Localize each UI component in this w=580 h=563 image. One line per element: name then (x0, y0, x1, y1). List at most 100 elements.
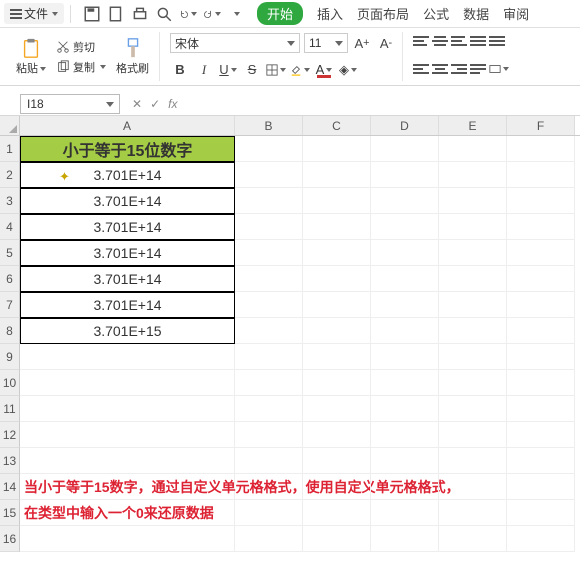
cell-D16[interactable] (371, 526, 439, 552)
cell-D9[interactable] (371, 344, 439, 370)
merge-button[interactable] (489, 59, 509, 79)
cell-D6[interactable] (371, 266, 439, 292)
enter-icon[interactable]: ✓ (150, 97, 160, 111)
cancel-icon[interactable]: ✕ (132, 97, 142, 111)
select-all-corner[interactable] (0, 116, 20, 135)
cell-A12[interactable] (20, 422, 235, 448)
cell-E6[interactable] (439, 266, 507, 292)
cell-C16[interactable] (303, 526, 371, 552)
cell-A14[interactable]: 当小于等于15数字，通过自定义单元格格式，使用自定义单元格格式， (20, 474, 235, 500)
cell-D10[interactable] (371, 370, 439, 396)
cut-button[interactable]: 剪切 (56, 39, 106, 55)
cell-C13[interactable] (303, 448, 371, 474)
cell-F12[interactable] (507, 422, 575, 448)
cell-C8[interactable] (303, 318, 371, 344)
font-size-select[interactable]: 11 (304, 33, 348, 53)
cell-F3[interactable] (507, 188, 575, 214)
cell-D8[interactable] (371, 318, 439, 344)
cell-A10[interactable] (20, 370, 235, 396)
cell-A13[interactable] (20, 448, 235, 474)
cell-C1[interactable] (303, 136, 371, 162)
cell-D7[interactable] (371, 292, 439, 318)
cell-F8[interactable] (507, 318, 575, 344)
row-header-10[interactable]: 10 (0, 370, 20, 396)
cell-D1[interactable] (371, 136, 439, 162)
underline-button[interactable]: U (218, 60, 238, 80)
cell-C10[interactable] (303, 370, 371, 396)
row-header-3[interactable]: 3 (0, 188, 20, 214)
cell-E9[interactable] (439, 344, 507, 370)
cell-A6[interactable]: 3.701E+14 (20, 266, 235, 292)
qat-dropdown-icon[interactable] (227, 5, 245, 23)
row-header-1[interactable]: 1 (0, 136, 20, 162)
cell-B14[interactable] (235, 474, 303, 500)
cell-C7[interactable] (303, 292, 371, 318)
col-header-A[interactable]: A (20, 116, 235, 135)
cell-E2[interactable] (439, 162, 507, 188)
cell-E4[interactable] (439, 214, 507, 240)
row-header-13[interactable]: 13 (0, 448, 20, 474)
cell-F10[interactable] (507, 370, 575, 396)
col-header-D[interactable]: D (371, 116, 439, 135)
cell-A2[interactable]: 3.701E+14✦ (20, 162, 235, 188)
align-top-icon[interactable] (413, 34, 429, 48)
undo-icon[interactable] (179, 5, 197, 23)
cell-E1[interactable] (439, 136, 507, 162)
tab-insert[interactable]: 插入 (317, 4, 343, 23)
print-icon[interactable] (131, 5, 149, 23)
align-bottom-icon[interactable] (451, 34, 467, 48)
col-header-C[interactable]: C (303, 116, 371, 135)
row-header-8[interactable]: 8 (0, 318, 20, 344)
cell-D4[interactable] (371, 214, 439, 240)
row-header-12[interactable]: 12 (0, 422, 20, 448)
cell-E16[interactable] (439, 526, 507, 552)
align-left-icon[interactable] (413, 62, 429, 76)
cell-F13[interactable] (507, 448, 575, 474)
tab-start[interactable]: 开始 (257, 2, 303, 25)
cell-F16[interactable] (507, 526, 575, 552)
cell-C5[interactable] (303, 240, 371, 266)
cell-F6[interactable] (507, 266, 575, 292)
cell-E10[interactable] (439, 370, 507, 396)
cell-D13[interactable] (371, 448, 439, 474)
cell-B8[interactable] (235, 318, 303, 344)
cell-B5[interactable] (235, 240, 303, 266)
cell-A7[interactable]: 3.701E+14 (20, 292, 235, 318)
cell-A16[interactable] (20, 526, 235, 552)
cell-B2[interactable] (235, 162, 303, 188)
row-header-16[interactable]: 16 (0, 526, 20, 552)
cell-F5[interactable] (507, 240, 575, 266)
cell-B4[interactable] (235, 214, 303, 240)
shrink-font-button[interactable]: A- (376, 33, 396, 53)
font-color-button[interactable]: A (314, 60, 334, 80)
row-header-7[interactable]: 7 (0, 292, 20, 318)
phonetic-button[interactable]: ◈ (338, 60, 358, 80)
cell-A11[interactable] (20, 396, 235, 422)
cell-A9[interactable] (20, 344, 235, 370)
cell-E12[interactable] (439, 422, 507, 448)
cell-F14[interactable] (507, 474, 575, 500)
cell-B9[interactable] (235, 344, 303, 370)
cell-A5[interactable]: 3.701E+14 (20, 240, 235, 266)
new-icon[interactable] (107, 5, 125, 23)
row-header-4[interactable]: 4 (0, 214, 20, 240)
name-box[interactable]: I18 (20, 94, 120, 114)
col-header-E[interactable]: E (439, 116, 507, 135)
indent-icon[interactable] (489, 34, 505, 48)
wrap-text-icon[interactable] (470, 62, 486, 76)
row-header-2[interactable]: 2 (0, 162, 20, 188)
row-header-11[interactable]: 11 (0, 396, 20, 422)
cell-B10[interactable] (235, 370, 303, 396)
cell-B12[interactable] (235, 422, 303, 448)
italic-button[interactable]: I (194, 60, 214, 80)
cell-C6[interactable] (303, 266, 371, 292)
cell-F1[interactable] (507, 136, 575, 162)
cell-C11[interactable] (303, 396, 371, 422)
bold-button[interactable]: B (170, 60, 190, 80)
cell-B16[interactable] (235, 526, 303, 552)
format-painter-button[interactable]: 格式刷 (112, 37, 153, 76)
cell-B7[interactable] (235, 292, 303, 318)
cell-E7[interactable] (439, 292, 507, 318)
row-header-5[interactable]: 5 (0, 240, 20, 266)
col-header-F[interactable]: F (507, 116, 575, 135)
